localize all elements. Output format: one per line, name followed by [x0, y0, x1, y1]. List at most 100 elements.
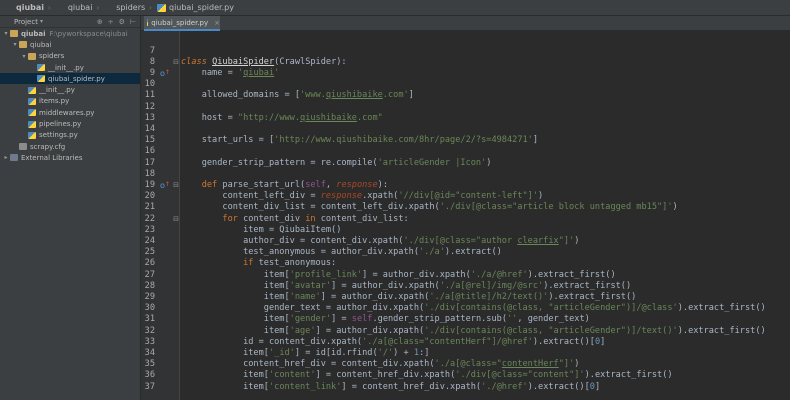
tree-item[interactable]: ▾ spiders	[0, 51, 140, 62]
code-line[interactable]: item = QiubaiItem()	[181, 225, 341, 236]
line-number: 35	[144, 359, 155, 370]
fold-marker-icon[interactable]: ⊟	[172, 180, 180, 191]
tree-item-label: qiubai	[30, 40, 52, 49]
code-line[interactable]: item['name'] = author_div.xpath('./a[@ti…	[181, 292, 637, 303]
code-line[interactable]: class QiubaiSpider(CrawlSpider):	[181, 57, 347, 68]
line-number: 34	[144, 347, 155, 358]
tree-item[interactable]: ▾ qiubai F:\pyworkspace\qiubai	[0, 28, 140, 39]
python-file-icon	[28, 86, 36, 94]
chevron-right-icon: ›	[96, 3, 100, 12]
tree-item[interactable]: __init__.py	[0, 62, 140, 73]
line-number: 13	[144, 112, 155, 123]
python-file-icon	[156, 3, 166, 12]
line-number: 8	[149, 56, 155, 67]
code-line[interactable]: item['content_link'] = content_href_div.…	[181, 382, 600, 393]
folder-icon	[104, 4, 113, 12]
chevron-right-icon: ›	[149, 3, 152, 12]
tree-item-label: scrapy.cfg	[30, 142, 66, 151]
tree-item[interactable]: scrapy.cfg	[0, 141, 140, 152]
breadcrumb-item-file[interactable]: qiubai_spider.py	[155, 0, 237, 16]
python-file-icon	[147, 19, 149, 26]
line-number: 29	[144, 291, 155, 302]
code-line[interactable]: author_div = content_div.xpath('./div[@c…	[181, 236, 579, 247]
code-line[interactable]: content_left_div = response.xpath('//div…	[181, 191, 543, 202]
code-line[interactable]: item['age'] = author_div.xpath('./div[co…	[181, 326, 766, 337]
locate-icon[interactable]: ⊕	[97, 18, 103, 26]
code-line[interactable]: content_href_div = content_div.xpath('./…	[181, 359, 579, 370]
collapse-arrow-icon[interactable]: ▸	[2, 154, 10, 161]
folder-icon	[10, 30, 18, 38]
tree-item[interactable]: middlewares.py	[0, 107, 140, 118]
collapse-icon[interactable]: ÷	[108, 18, 114, 26]
line-number: 26	[144, 258, 155, 269]
code-line[interactable]: item['avatar'] = author_div.xpath('./a[@…	[181, 281, 631, 292]
code-line[interactable]: start_urls = ['http://www.qiushibaike.co…	[181, 135, 538, 146]
line-number: 22	[144, 213, 155, 224]
fold-marker-icon[interactable]: ⊟	[172, 214, 180, 225]
folder-icon	[56, 4, 65, 12]
breadcrumb-item-qiubai[interactable]: qiubai ›	[54, 0, 102, 16]
tree-item[interactable]: __init__.py	[0, 84, 140, 95]
gear-icon[interactable]: ⚙	[119, 18, 125, 26]
code-line[interactable]: item['content'] = content_href_div.xpath…	[181, 370, 673, 381]
line-number: 19	[144, 179, 155, 190]
code-line[interactable]: def parse_start_url(self, response):	[181, 180, 388, 191]
line-number: 10	[144, 79, 155, 90]
line-number: 30	[144, 303, 155, 314]
code-line[interactable]: test_anonymous = author_div.xpath('./a')…	[181, 247, 502, 258]
override-marker-icon[interactable]: o↑	[160, 68, 170, 79]
tree-item-label: middlewares.py	[39, 108, 95, 117]
project-panel: Project ▾ ⊕ ÷ ⚙ ⊢ ▾ qiubai F:\pyworkspace\…	[0, 16, 141, 400]
code-line[interactable]: if test_anonymous:	[181, 258, 336, 269]
override-marker-icon[interactable]: o↑	[160, 180, 170, 191]
tree-item[interactable]: items.py	[0, 96, 140, 107]
line-number: 25	[144, 247, 155, 258]
code-line[interactable]: gender_strip_pattern = re.compile('artic…	[181, 158, 492, 169]
code-line[interactable]: item['gender'] = self.gender_strip_patte…	[181, 314, 590, 325]
tree-item-label: __init__.py	[48, 63, 84, 72]
line-number: 27	[144, 269, 155, 280]
line-number: 28	[144, 280, 155, 291]
navigation-breadcrumb: qiubai › qiubai › spiders › qiubai_spide…	[0, 0, 790, 16]
tree-item[interactable]: ▸ External Libraries	[0, 152, 140, 163]
folder-icon	[19, 41, 27, 49]
hide-icon[interactable]: ⊢	[130, 18, 136, 26]
expand-arrow-icon[interactable]: ▾	[20, 53, 28, 60]
tree-item[interactable]: ▾ qiubai	[0, 39, 140, 50]
line-number: 23	[144, 224, 155, 235]
code-line[interactable]: host = "http://www.qiushibaike.com"	[181, 113, 383, 124]
breadcrumb-item-qiubai-root[interactable]: qiubai ›	[2, 0, 54, 16]
breadcrumb-item-spiders[interactable]: spiders ›	[102, 0, 155, 16]
python-file-icon	[28, 109, 36, 117]
python-file-icon	[28, 131, 36, 139]
chevron-down-icon[interactable]: ▾	[40, 18, 43, 25]
code-line[interactable]: for content_div in content_div_list:	[181, 214, 408, 225]
code-line[interactable]: item['_id'] = id[id.rfind('/') + 1:]	[181, 348, 429, 359]
code-line[interactable]: item['profile_link'] = author_div.xpath(…	[181, 270, 616, 281]
line-number: 33	[144, 336, 155, 347]
code-line[interactable]: content_div_list = content_left_div.xpat…	[181, 202, 677, 213]
code-line[interactable]: name = 'qiubai'	[181, 68, 280, 79]
tab-label: qiubai_spider.py	[151, 18, 209, 27]
fold-marker-icon[interactable]: ⊟	[172, 57, 180, 68]
code-line[interactable]: id = content_div.xpath('./a[@class="cont…	[181, 337, 605, 348]
tree-item[interactable]: settings.py	[0, 130, 140, 141]
code-line[interactable]: allowed_domains = ['www.qiushibaike.com'…	[181, 90, 414, 101]
project-panel-title[interactable]: Project	[14, 18, 38, 26]
tree-item-label: __init__.py	[39, 86, 75, 95]
close-icon[interactable]: ×	[214, 19, 220, 27]
tab-qiubai-spider[interactable]: qiubai_spider.py ×	[144, 16, 220, 31]
tree-item[interactable]: pipelines.py	[0, 118, 140, 129]
tree-item-label: qiubai_spider.py	[48, 74, 105, 83]
code-line[interactable]: gender_text = author_div.xpath('./div[co…	[181, 303, 766, 314]
tree-item-label: External Libraries	[21, 153, 83, 162]
line-number: 21	[144, 202, 155, 213]
tree-item[interactable]: qiubai_spider.py	[0, 73, 140, 85]
python-file-icon	[37, 64, 45, 72]
tree-item-label: pipelines.py	[39, 120, 82, 129]
project-tree: ▾ qiubai F:\pyworkspace\qiubai ▾ qiubai ▾ spid…	[0, 28, 140, 164]
expand-arrow-icon[interactable]: ▾	[2, 30, 10, 37]
folder-icon	[28, 52, 36, 60]
expand-arrow-icon[interactable]: ▾	[11, 41, 19, 48]
tree-item-label: items.py	[39, 97, 70, 106]
